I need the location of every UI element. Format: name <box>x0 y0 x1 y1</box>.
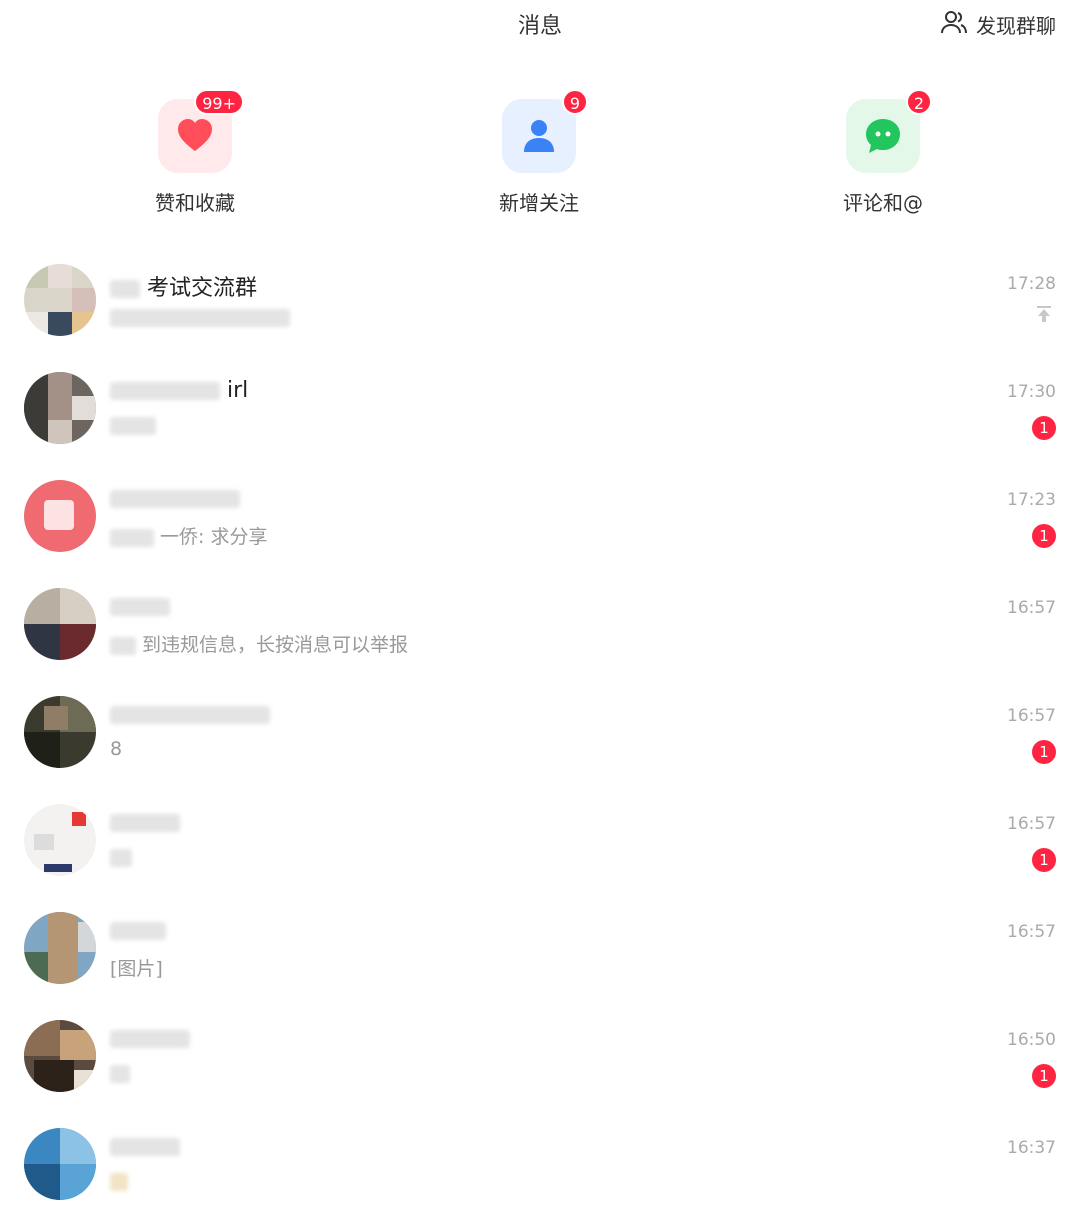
pinned-icon <box>1037 306 1051 322</box>
conversation-name <box>110 1026 190 1051</box>
unread-badge: 1 <box>1032 740 1056 764</box>
discover-group-chat-button[interactable]: 发现群聊 <box>940 8 1056 41</box>
followers-label: 新增关注 <box>499 191 579 215</box>
likes-tile: 99+ <box>158 89 244 173</box>
conversation-name <box>110 1134 180 1159</box>
conversation-time: 16:57 <box>1007 922 1056 942</box>
conversation-name: 考试交流群 <box>110 270 257 302</box>
conversation-preview <box>110 306 290 328</box>
avatar <box>24 696 96 768</box>
heart-icon <box>178 119 212 151</box>
avatar <box>24 372 96 444</box>
blurred-text <box>110 598 170 616</box>
conversation-preview <box>110 1170 128 1192</box>
unread-badge: 1 <box>1032 1064 1056 1088</box>
blurred-text <box>110 280 140 298</box>
conversation-name <box>110 702 270 727</box>
conversation-time: 17:28 <box>1007 274 1056 294</box>
conversation-row[interactable]: 16:37 <box>0 1114 1080 1206</box>
conversation-row[interactable]: [图片] 16:57 <box>0 898 1080 1006</box>
conversation-preview: 8 <box>110 738 123 760</box>
avatar <box>24 912 96 984</box>
avatar <box>24 480 96 552</box>
discover-group-chat-label: 发现群聊 <box>976 14 1056 38</box>
quick-entries: 99+ 赞和收藏 9 新增关注 2 评论和@ <box>0 89 1080 225</box>
conversation-preview <box>110 414 156 436</box>
blurred-text <box>110 1064 130 1083</box>
blurred-text <box>110 490 240 508</box>
unread-badge: 1 <box>1032 416 1056 440</box>
conversation-preview <box>110 846 132 868</box>
conversation-time: 16:57 <box>1007 706 1056 726</box>
conversation-name <box>110 594 170 619</box>
conversation-time: 16:57 <box>1007 814 1056 834</box>
conversation-preview: [图片] <box>110 958 163 980</box>
avatar <box>24 1020 96 1092</box>
blurred-text <box>110 848 132 867</box>
blurred-text <box>110 1030 190 1048</box>
blurred-text <box>110 416 156 435</box>
chat-bubble-icon <box>866 119 900 153</box>
followers-tile: 9 <box>502 89 588 173</box>
conversation-name <box>110 486 240 511</box>
followers-badge: 9 <box>561 89 588 115</box>
new-followers-entry[interactable]: 9 新增关注 <box>439 89 639 216</box>
conversation-preview: 到违规信息，长按消息可以举报 <box>110 630 408 657</box>
unread-badge: 1 <box>1032 524 1056 548</box>
likes-badge: 99+ <box>194 89 244 115</box>
conversation-time: 17:30 <box>1007 382 1056 402</box>
person-icon <box>524 120 554 152</box>
group-people-icon <box>940 8 968 41</box>
conversation-row[interactable]: 16:50 1 <box>0 1006 1080 1114</box>
avatar <box>24 1128 96 1200</box>
blurred-text <box>110 636 136 655</box>
conversation-name <box>110 810 180 835</box>
blurred-text <box>110 528 154 547</box>
header-bar: 消息 发现群聊 <box>0 0 1080 50</box>
avatar <box>24 588 96 660</box>
conversation-row[interactable]: irl 17:30 1 <box>0 358 1080 466</box>
likes-and-favorites-entry[interactable]: 99+ 赞和收藏 <box>95 89 295 216</box>
comments-and-mentions-entry[interactable]: 2 评论和@ <box>783 89 983 216</box>
conversation-row[interactable]: 一侨: 求分享 17:23 1 <box>0 466 1080 574</box>
comments-label: 评论和@ <box>843 191 923 215</box>
blurred-text <box>110 308 290 327</box>
conversation-time: 16:57 <box>1007 598 1056 618</box>
blurred-text <box>110 706 270 724</box>
conversation-time: 16:50 <box>1007 1030 1056 1050</box>
unread-badge: 1 <box>1032 848 1056 872</box>
conversation-row[interactable]: 8 16:57 1 <box>0 682 1080 790</box>
conversation-name: irl <box>110 378 248 403</box>
conversation-preview <box>110 1062 130 1084</box>
conversation-list: 考试交流群 17:28 irl 17:30 1 一侨: 求分享 17:23 1 … <box>0 250 1080 1206</box>
conversation-preview: 一侨: 求分享 <box>110 522 268 549</box>
avatar <box>24 264 96 336</box>
conversation-name <box>110 918 166 943</box>
conversation-time: 17:23 <box>1007 490 1056 510</box>
blurred-text <box>110 922 166 940</box>
comments-tile: 2 <box>846 89 932 173</box>
blurred-text <box>110 1172 128 1191</box>
blurred-text <box>110 814 180 832</box>
likes-label: 赞和收藏 <box>155 191 235 215</box>
blurred-text <box>110 382 220 400</box>
comments-badge: 2 <box>905 89 932 115</box>
conversation-row[interactable]: 到违规信息，长按消息可以举报 16:57 <box>0 574 1080 682</box>
page-title: 消息 <box>517 14 562 39</box>
avatar <box>24 804 96 876</box>
conversation-row[interactable]: 考试交流群 17:28 <box>0 250 1080 358</box>
blurred-text <box>110 1138 180 1156</box>
conversation-row[interactable]: 16:57 1 <box>0 790 1080 898</box>
conversation-time: 16:37 <box>1007 1138 1056 1158</box>
